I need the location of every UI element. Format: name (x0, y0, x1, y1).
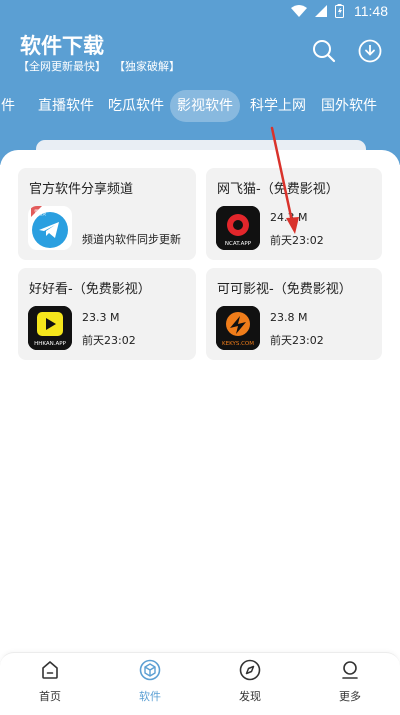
card-official-channel[interactable]: 官方软件分享频道 置顶 频道内软件同步更新 (18, 168, 196, 260)
signal-icon (315, 5, 327, 17)
svg-text:KEKYS.COM: KEKYS.COM (222, 341, 254, 347)
tab-foreign[interactable]: 国外软件 (321, 90, 377, 122)
status-bar: 11:48 (291, 2, 388, 20)
nav-more[interactable]: 更多 (320, 659, 380, 709)
card-title: 官方软件分享频道 (29, 182, 134, 197)
keke-app-icon: KEKYS.COM (216, 306, 260, 350)
tab-partial[interactable]: 件 (0, 90, 18, 122)
card-size: 23.3 M (82, 311, 120, 324)
tab-video[interactable]: 影视软件 (170, 90, 240, 122)
nav-label: 更多 (339, 690, 361, 703)
svg-text:NCAT.APP: NCAT.APP (225, 241, 252, 247)
card-size: 23.8 M (270, 311, 308, 324)
card-title: 好好看-（免费影视） (29, 282, 151, 297)
category-tabs: 件 直播软件 吃瓜软件 影视软件 科学上网 国外软件 (0, 90, 400, 122)
user-icon (342, 661, 358, 679)
search-icon (313, 40, 336, 63)
nav-software[interactable]: 软件 (120, 659, 180, 709)
download-icon (358, 39, 382, 63)
tab-vpn[interactable]: 科学上网 (250, 90, 306, 122)
subtitle-fastest: 【全网更新最快】 (18, 60, 106, 73)
ncat-app-icon: NCAT.APP (216, 206, 260, 250)
status-time: 11:48 (354, 3, 388, 19)
pinned-badge: 置顶 (34, 210, 46, 217)
card-date: 前天23:02 (82, 334, 136, 347)
card-ncat[interactable]: 网飞猫-（免费影视） NCAT.APP 24.3 M 前天23:02 (206, 168, 382, 260)
search-button[interactable] (310, 37, 338, 65)
card-hhkan[interactable]: 好好看-（免费影视） HHKAN.APP 23.3 M 前天23:02 (18, 268, 196, 360)
tab-live[interactable]: 直播软件 (38, 90, 94, 122)
compass-icon (239, 659, 261, 681)
hhkan-app-icon: HHKAN.APP (28, 306, 72, 350)
telegram-icon: 置顶 (28, 206, 72, 250)
download-button[interactable] (356, 37, 384, 65)
card-date: 前天23:02 (270, 334, 324, 347)
card-size: 24.3 M (270, 211, 308, 224)
wifi-icon (291, 5, 307, 17)
battery-icon (335, 4, 344, 18)
tab-gossip[interactable]: 吃瓜软件 (108, 90, 164, 122)
card-title: 可可影视-（免费影视） (217, 282, 352, 297)
app-title: 软件下载 (20, 34, 104, 58)
svg-text:HHKAN.APP: HHKAN.APP (34, 341, 66, 347)
nav-label: 软件 (139, 690, 161, 703)
nav-label: 首页 (39, 690, 61, 703)
subtitle-exclusive: 【独家破解】 (114, 60, 180, 73)
card-keke[interactable]: 可可影视-（免费影视） KEKYS.COM 23.8 M 前天23:02 (206, 268, 382, 360)
content-sheet: 官方软件分享频道 置顶 频道内软件同步更新 网飞猫-（免费影视） NCAT.AP… (0, 150, 400, 650)
cube-icon (139, 659, 161, 681)
nav-label: 发现 (239, 690, 261, 703)
nav-home[interactable]: 首页 (20, 659, 80, 709)
home-icon (42, 661, 58, 679)
card-date: 前天23:02 (270, 234, 324, 247)
bottom-nav: 首页 软件 发现 更多 (0, 652, 400, 715)
app-subtitle: 【全网更新最快】 【独家破解】 (18, 58, 180, 74)
card-title: 网飞猫-（免费影视） (217, 182, 339, 197)
card-desc: 频道内软件同步更新 (82, 233, 181, 246)
nav-discover[interactable]: 发现 (220, 659, 280, 709)
